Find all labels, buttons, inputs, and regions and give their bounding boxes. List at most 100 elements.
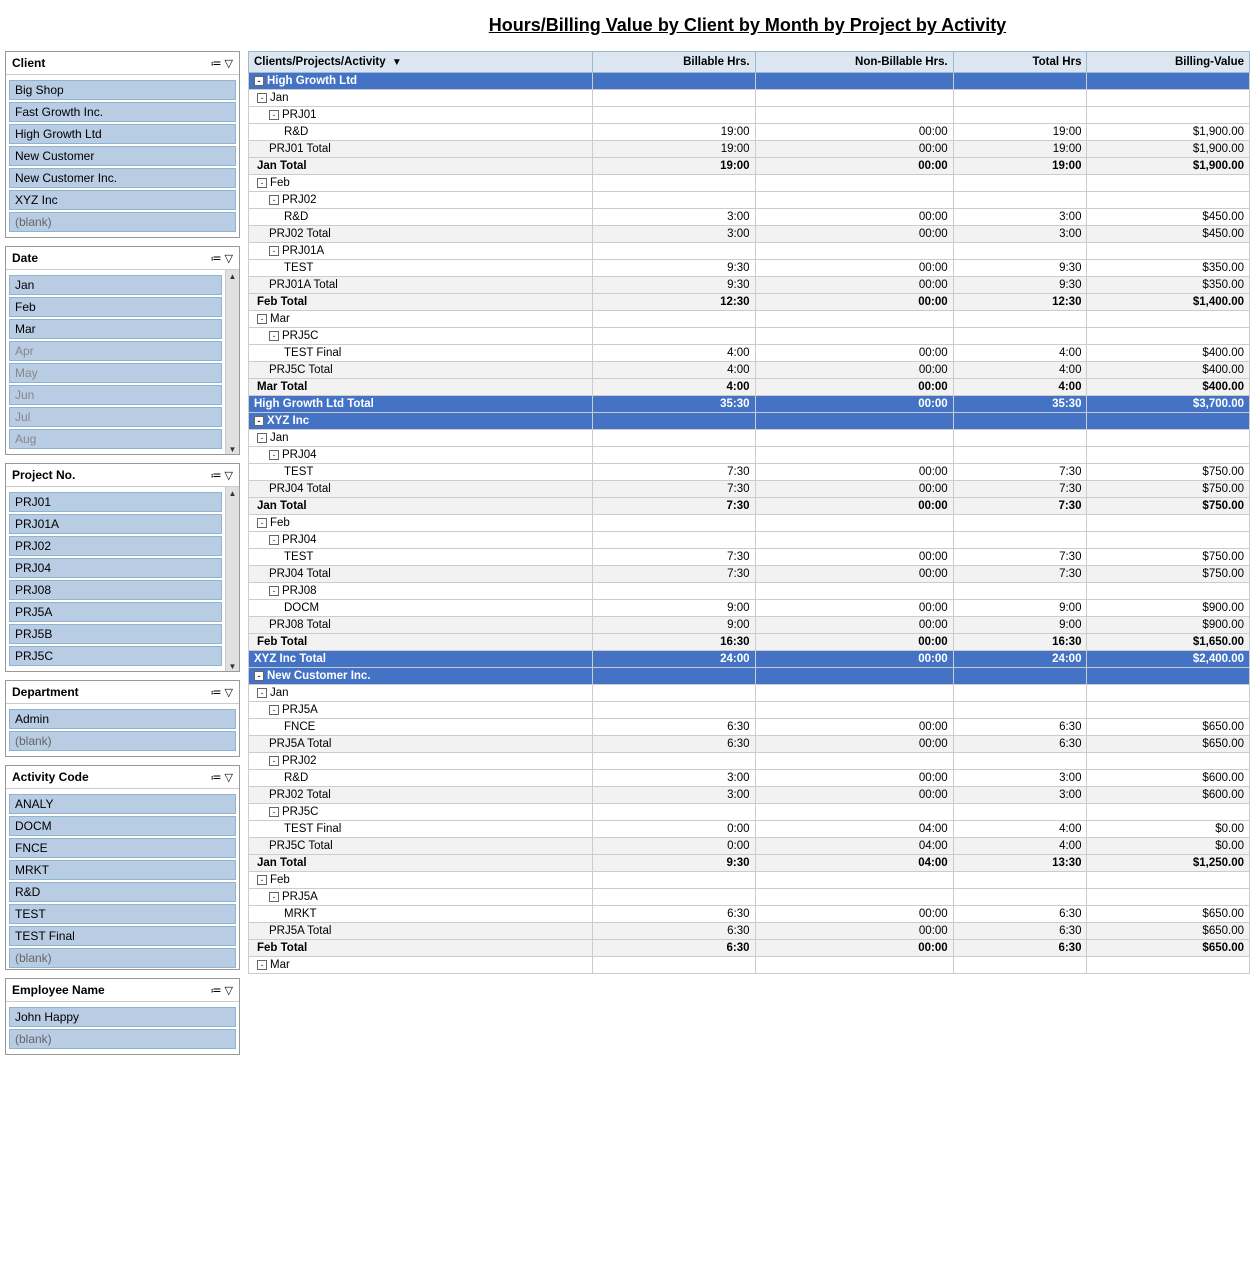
project-label: -PRJ01A: [249, 243, 593, 260]
project-scrollbar[interactable]: ▲ ▼: [225, 487, 239, 671]
sort-icon[interactable]: ≔: [211, 469, 222, 482]
sort-icon[interactable]: ≔: [211, 686, 222, 699]
collapse-icon[interactable]: -: [257, 93, 267, 103]
table-row: PRJ02 Total 3:0000:003:00$450.00: [249, 226, 1250, 243]
scroll-up-arrow[interactable]: ▲: [229, 272, 237, 281]
department-filter-header: Department ≔ ▽: [6, 681, 239, 704]
filter-icon[interactable]: ▽: [225, 252, 233, 265]
month-total-label: Feb Total: [249, 634, 593, 651]
list-item[interactable]: PRJ5A: [9, 602, 222, 622]
collapse-icon[interactable]: -: [269, 246, 279, 256]
collapse-icon[interactable]: -: [254, 76, 264, 86]
billable-cell: 19:00: [593, 124, 755, 141]
list-item[interactable]: R&D: [9, 882, 236, 902]
collapse-icon[interactable]: -: [257, 960, 267, 970]
list-item[interactable]: Admin: [9, 709, 236, 729]
list-item[interactable]: PRJ02: [9, 536, 222, 556]
collapse-icon[interactable]: -: [269, 705, 279, 715]
list-item[interactable]: Jul: [9, 407, 222, 427]
client-filter-icons: ≔ ▽: [211, 57, 233, 70]
list-item[interactable]: Aug: [9, 429, 222, 449]
table-row: -PRJ04: [249, 447, 1250, 464]
list-item[interactable]: TEST: [9, 904, 236, 924]
date-filter: Date ≔ ▽ Jan Feb Mar Apr May Jun Jul Aug: [5, 246, 240, 455]
billing-cell: $1,900.00: [1087, 158, 1250, 175]
project-filter-header: Project No. ≔ ▽: [6, 464, 239, 487]
list-item[interactable]: ANALY: [9, 794, 236, 814]
list-item[interactable]: New Customer: [9, 146, 236, 166]
list-item[interactable]: PRJ04: [9, 558, 222, 578]
collapse-icon[interactable]: -: [257, 518, 267, 528]
list-item[interactable]: PRJ5C: [9, 646, 222, 666]
project-total-label: PRJ5C Total: [249, 362, 593, 379]
collapse-icon[interactable]: -: [269, 535, 279, 545]
collapse-icon[interactable]: -: [269, 586, 279, 596]
collapse-icon[interactable]: -: [257, 314, 267, 324]
list-item[interactable]: May: [9, 363, 222, 383]
filter-icon[interactable]: ▽: [225, 469, 233, 482]
activity-label: DOCM: [249, 600, 593, 617]
filter-icon[interactable]: ▽: [225, 771, 233, 784]
list-item[interactable]: PRJ08: [9, 580, 222, 600]
collapse-icon[interactable]: -: [254, 416, 264, 426]
sort-icon[interactable]: ≔: [211, 771, 222, 784]
list-item[interactable]: PRJ01: [9, 492, 222, 512]
collapse-icon[interactable]: -: [257, 178, 267, 188]
collapse-icon[interactable]: -: [269, 110, 279, 120]
client-filter-list: Big Shop Fast Growth Inc. High Growth Lt…: [6, 75, 239, 237]
sort-icon[interactable]: ≔: [211, 57, 222, 70]
filter-icon[interactable]: ▽: [225, 57, 233, 70]
list-item[interactable]: (blank): [9, 212, 236, 232]
sort-icon[interactable]: ≔: [211, 984, 222, 997]
list-item[interactable]: Jun: [9, 385, 222, 405]
scroll-up-arrow[interactable]: ▲: [229, 489, 237, 498]
list-item[interactable]: Feb: [9, 297, 222, 317]
filter-icon[interactable]: ▽: [225, 984, 233, 997]
table-row: -PRJ08: [249, 583, 1250, 600]
list-item[interactable]: Big Shop: [9, 80, 236, 100]
table-row: -PRJ01: [249, 107, 1250, 124]
collapse-icon[interactable]: -: [269, 450, 279, 460]
collapse-icon[interactable]: -: [257, 433, 267, 443]
list-item[interactable]: High Growth Ltd: [9, 124, 236, 144]
list-item[interactable]: John Happy: [9, 1007, 236, 1027]
date-scrollbar[interactable]: ▲ ▼: [225, 270, 239, 454]
list-item[interactable]: (blank): [9, 731, 236, 751]
list-item[interactable]: MRKT: [9, 860, 236, 880]
header-clients[interactable]: Clients/Projects/Activity ▼: [249, 52, 593, 73]
collapse-icon[interactable]: -: [269, 807, 279, 817]
month-label: -Mar: [249, 311, 593, 328]
table-row: TEST 9:3000:009:30$350.00: [249, 260, 1250, 277]
list-item[interactable]: Fast Growth Inc.: [9, 102, 236, 122]
collapse-icon[interactable]: -: [257, 875, 267, 885]
list-item[interactable]: Jan: [9, 275, 222, 295]
list-item[interactable]: DOCM: [9, 816, 236, 836]
list-item[interactable]: XYZ Inc: [9, 190, 236, 210]
scroll-down-arrow[interactable]: ▼: [229, 445, 237, 454]
list-item[interactable]: Mar: [9, 319, 222, 339]
client-filter: Client ≔ ▽ Big Shop Fast Growth Inc. Hig…: [5, 51, 240, 238]
collapse-icon[interactable]: -: [269, 892, 279, 902]
list-item[interactable]: (blank): [9, 948, 236, 968]
collapse-icon[interactable]: -: [254, 671, 264, 681]
client-filter-header: Client ≔ ▽: [6, 52, 239, 75]
list-item[interactable]: FNCE: [9, 838, 236, 858]
sort-icon[interactable]: ≔: [211, 252, 222, 265]
list-item[interactable]: New Customer Inc.: [9, 168, 236, 188]
list-item[interactable]: Apr: [9, 341, 222, 361]
collapse-icon[interactable]: -: [257, 688, 267, 698]
filter-icon[interactable]: ▽: [225, 686, 233, 699]
list-item[interactable]: PRJ5B: [9, 624, 222, 644]
table-row: High Growth Ltd Total 35:3000:0035:30$3,…: [249, 396, 1250, 413]
list-item[interactable]: TEST Final: [9, 926, 236, 946]
sort-filter-icon[interactable]: ▼: [392, 57, 402, 68]
list-item[interactable]: PRJ01A: [9, 514, 222, 534]
list-item[interactable]: (blank): [9, 1029, 236, 1049]
collapse-icon[interactable]: -: [269, 331, 279, 341]
collapse-icon[interactable]: -: [269, 195, 279, 205]
page-title: Hours/Billing Value by Client by Month b…: [240, 0, 1255, 46]
collapse-icon[interactable]: -: [269, 756, 279, 766]
table-row: Feb Total 6:3000:006:30$650.00: [249, 940, 1250, 957]
scroll-down-arrow[interactable]: ▼: [229, 662, 237, 671]
billing-cell: $1,900.00: [1087, 124, 1250, 141]
